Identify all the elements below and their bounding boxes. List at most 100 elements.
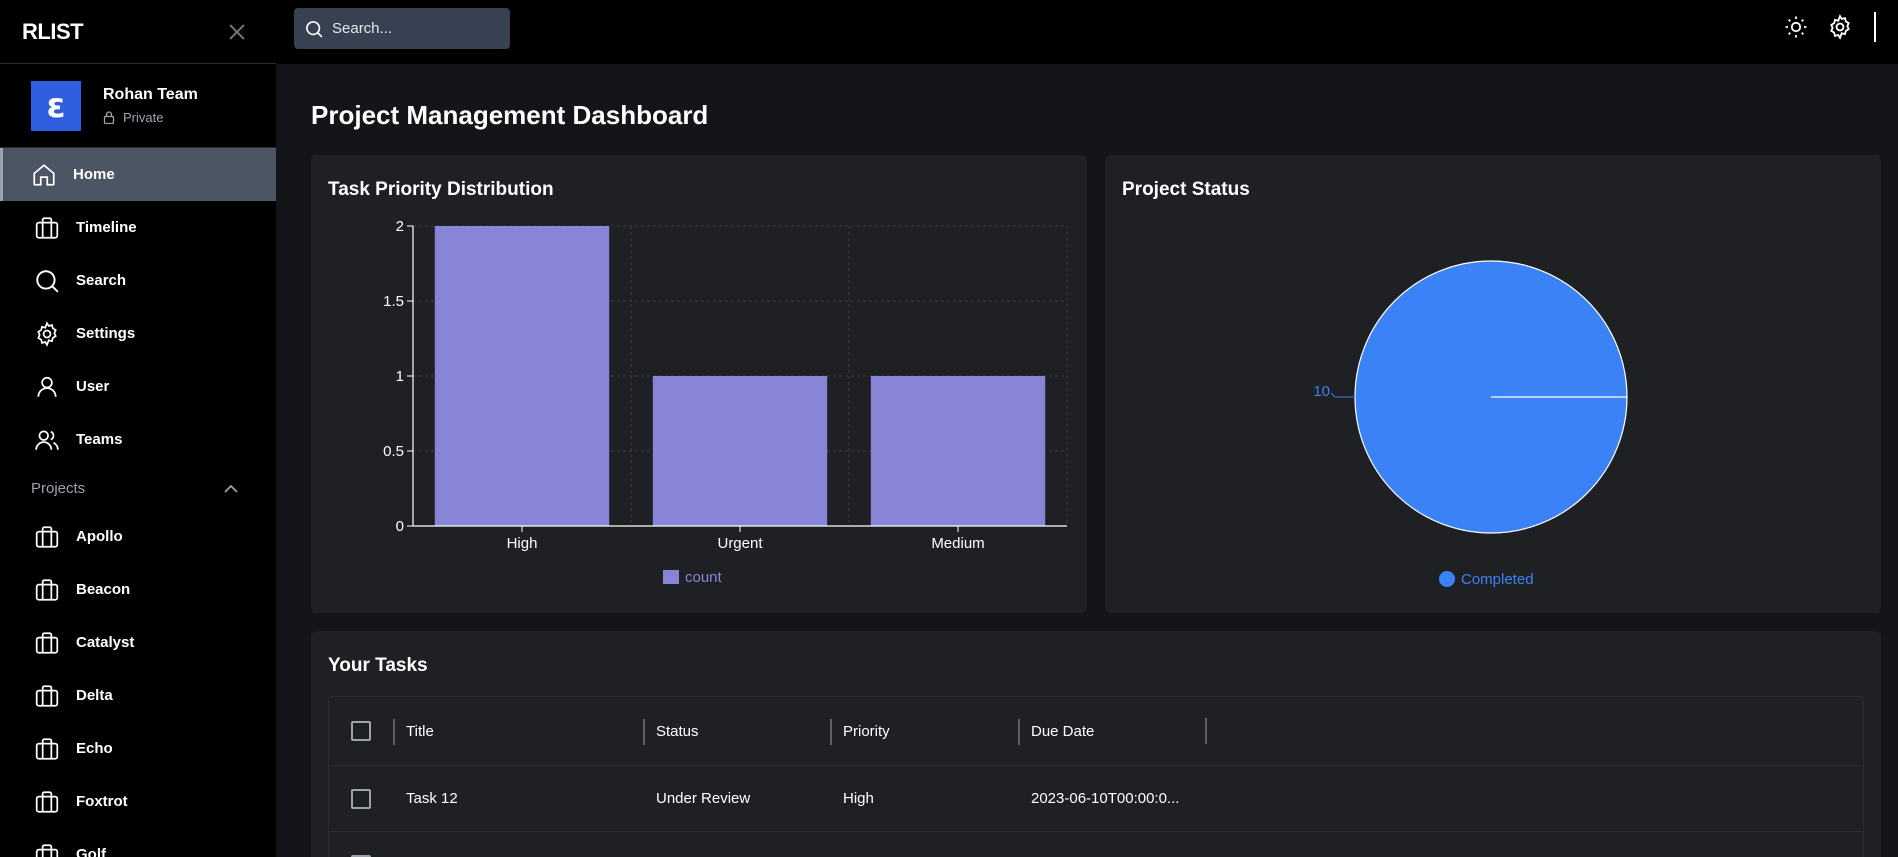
y-tick-label: 2 xyxy=(396,218,404,235)
sun-icon xyxy=(1785,16,1807,38)
task-status: Under Review xyxy=(656,790,751,807)
gear-icon xyxy=(1830,14,1850,40)
your-tasks-card: Your Tasks Title Status Priority Due Dat… xyxy=(311,631,1881,857)
projects-heading: Projects xyxy=(31,479,86,497)
tasks-title: Your Tasks xyxy=(328,655,428,676)
pie-data-label: 10 xyxy=(1313,383,1330,400)
users-icon xyxy=(35,429,59,450)
briefcase-icon xyxy=(35,631,59,654)
sidebar-item-label: Foxtrot xyxy=(76,793,128,810)
sidebar-item-home[interactable]: Home xyxy=(0,148,276,201)
search-box[interactable] xyxy=(294,8,510,49)
x-tick-label: High xyxy=(507,535,538,552)
row-select-cell xyxy=(329,832,393,857)
main-content: Project Management Dashboard Task Priori… xyxy=(276,64,1898,857)
user-icon xyxy=(37,376,57,397)
briefcase-icon xyxy=(35,578,59,601)
bar xyxy=(652,376,828,526)
bar-chart: 0 0.5 1 1.5 2 High Urgent Medium count xyxy=(383,218,1068,586)
task-title: Task 12 xyxy=(406,790,458,807)
sidebar-item-settings[interactable]: Settings xyxy=(0,307,276,360)
x-tick-label: Urgent xyxy=(717,535,763,552)
projects-section-toggle[interactable]: Projects xyxy=(0,466,276,510)
top-bar xyxy=(276,0,1898,64)
table-header: Title Status Priority Due Date xyxy=(329,697,1863,766)
briefcase-icon xyxy=(35,684,59,707)
sidebar-item-foxtrot[interactable]: Foxtrot xyxy=(0,775,276,828)
task-due-date: 2023-06-10T00:00:0... xyxy=(1031,790,1180,807)
sidebar-item-golf[interactable]: Golf xyxy=(0,828,276,857)
sidebar-header: RLIST xyxy=(0,0,276,64)
chart-legend: count xyxy=(663,569,723,586)
column-header-due-date[interactable]: Due Date xyxy=(1018,697,1205,765)
sidebar-item-label: User xyxy=(76,378,110,395)
bar xyxy=(870,376,1046,526)
y-tick-label: 0 xyxy=(396,518,404,535)
tasks-table: Title Status Priority Due Date Task 12 U… xyxy=(328,696,1864,857)
sidebar-item-beacon[interactable]: Beacon xyxy=(0,563,276,616)
home-icon xyxy=(33,163,55,186)
sidebar-item-label: Apollo xyxy=(76,528,123,545)
x-tick-label: Medium xyxy=(931,535,984,552)
sidebar-item-catalyst[interactable]: Catalyst xyxy=(0,616,276,669)
search-icon xyxy=(306,20,323,38)
briefcase-icon xyxy=(35,525,59,548)
sidebar-item-label: Timeline xyxy=(76,219,137,236)
legend-swatch xyxy=(1439,571,1455,587)
column-resize-handle[interactable] xyxy=(1205,718,1207,744)
sidebar-item-label: Home xyxy=(73,166,115,183)
table-row[interactable]: Task 12 Under Review High 2023-06-10T00:… xyxy=(329,766,1863,832)
sidebar-item-label: Delta xyxy=(76,687,113,704)
theme-toggle-button[interactable] xyxy=(1782,13,1810,41)
team-card[interactable]: ε Rohan Team Private xyxy=(0,64,276,148)
page-title: Project Management Dashboard xyxy=(311,100,709,130)
close-sidebar-button[interactable] xyxy=(226,21,248,43)
sidebar: RLIST ε Rohan Team Private Home Timeline… xyxy=(0,0,276,857)
top-bar-divider xyxy=(1874,12,1876,42)
sidebar-item-search[interactable]: Search xyxy=(0,254,276,307)
task-priority: High xyxy=(843,790,874,807)
sidebar-item-label: Echo xyxy=(76,740,113,757)
team-logo-letter: ε xyxy=(46,85,66,126)
top-bar-actions xyxy=(1782,12,1876,42)
label-leader-line xyxy=(1330,392,1355,398)
lock-icon xyxy=(103,111,115,124)
settings-button[interactable] xyxy=(1826,13,1854,41)
team-privacy-label: Private xyxy=(123,110,164,125)
column-header-title[interactable]: Title xyxy=(393,697,643,765)
y-tick-label: 1.5 xyxy=(383,293,404,310)
sidebar-item-label: Settings xyxy=(76,325,136,342)
column-header-status[interactable]: Status xyxy=(643,697,830,765)
pie-chart: 10 Completed xyxy=(1313,260,1628,588)
briefcase-icon xyxy=(35,216,59,239)
close-icon xyxy=(229,23,245,40)
column-header-priority[interactable]: Priority xyxy=(830,697,1018,765)
briefcase-icon xyxy=(35,737,59,760)
table-row[interactable] xyxy=(329,832,1863,857)
sidebar-item-label: Golf xyxy=(76,846,106,857)
sidebar-item-apollo[interactable]: Apollo xyxy=(0,510,276,563)
select-all-checkbox[interactable] xyxy=(351,721,371,741)
chevron-up-icon xyxy=(224,484,238,493)
sidebar-item-delta[interactable]: Delta xyxy=(0,669,276,722)
task-priority-card: Task Priority Distribution 0 0.5 1 1.5 2 High… xyxy=(311,155,1087,613)
sidebar-item-label: Teams xyxy=(76,431,123,448)
app-logo: RLIST xyxy=(22,18,84,44)
sidebar-item-user[interactable]: User xyxy=(0,360,276,413)
gear-icon xyxy=(37,320,57,347)
briefcase-icon xyxy=(35,790,59,813)
sidebar-item-teams[interactable]: Teams xyxy=(0,413,276,466)
y-tick-label: 0.5 xyxy=(383,443,404,460)
project-status-card: Project Status 10 Completed xyxy=(1105,155,1881,613)
team-name: Rohan Team xyxy=(103,86,198,103)
team-privacy: Private xyxy=(103,110,198,125)
sidebar-item-echo[interactable]: Echo xyxy=(0,722,276,775)
sidebar-item-timeline[interactable]: Timeline xyxy=(0,201,276,254)
briefcase-icon xyxy=(35,843,59,857)
search-input[interactable] xyxy=(332,20,492,37)
bar xyxy=(434,226,610,526)
search-icon xyxy=(36,269,59,293)
select-all-cell xyxy=(329,697,393,765)
row-checkbox[interactable] xyxy=(351,788,371,809)
y-tick-label: 1 xyxy=(396,368,404,385)
